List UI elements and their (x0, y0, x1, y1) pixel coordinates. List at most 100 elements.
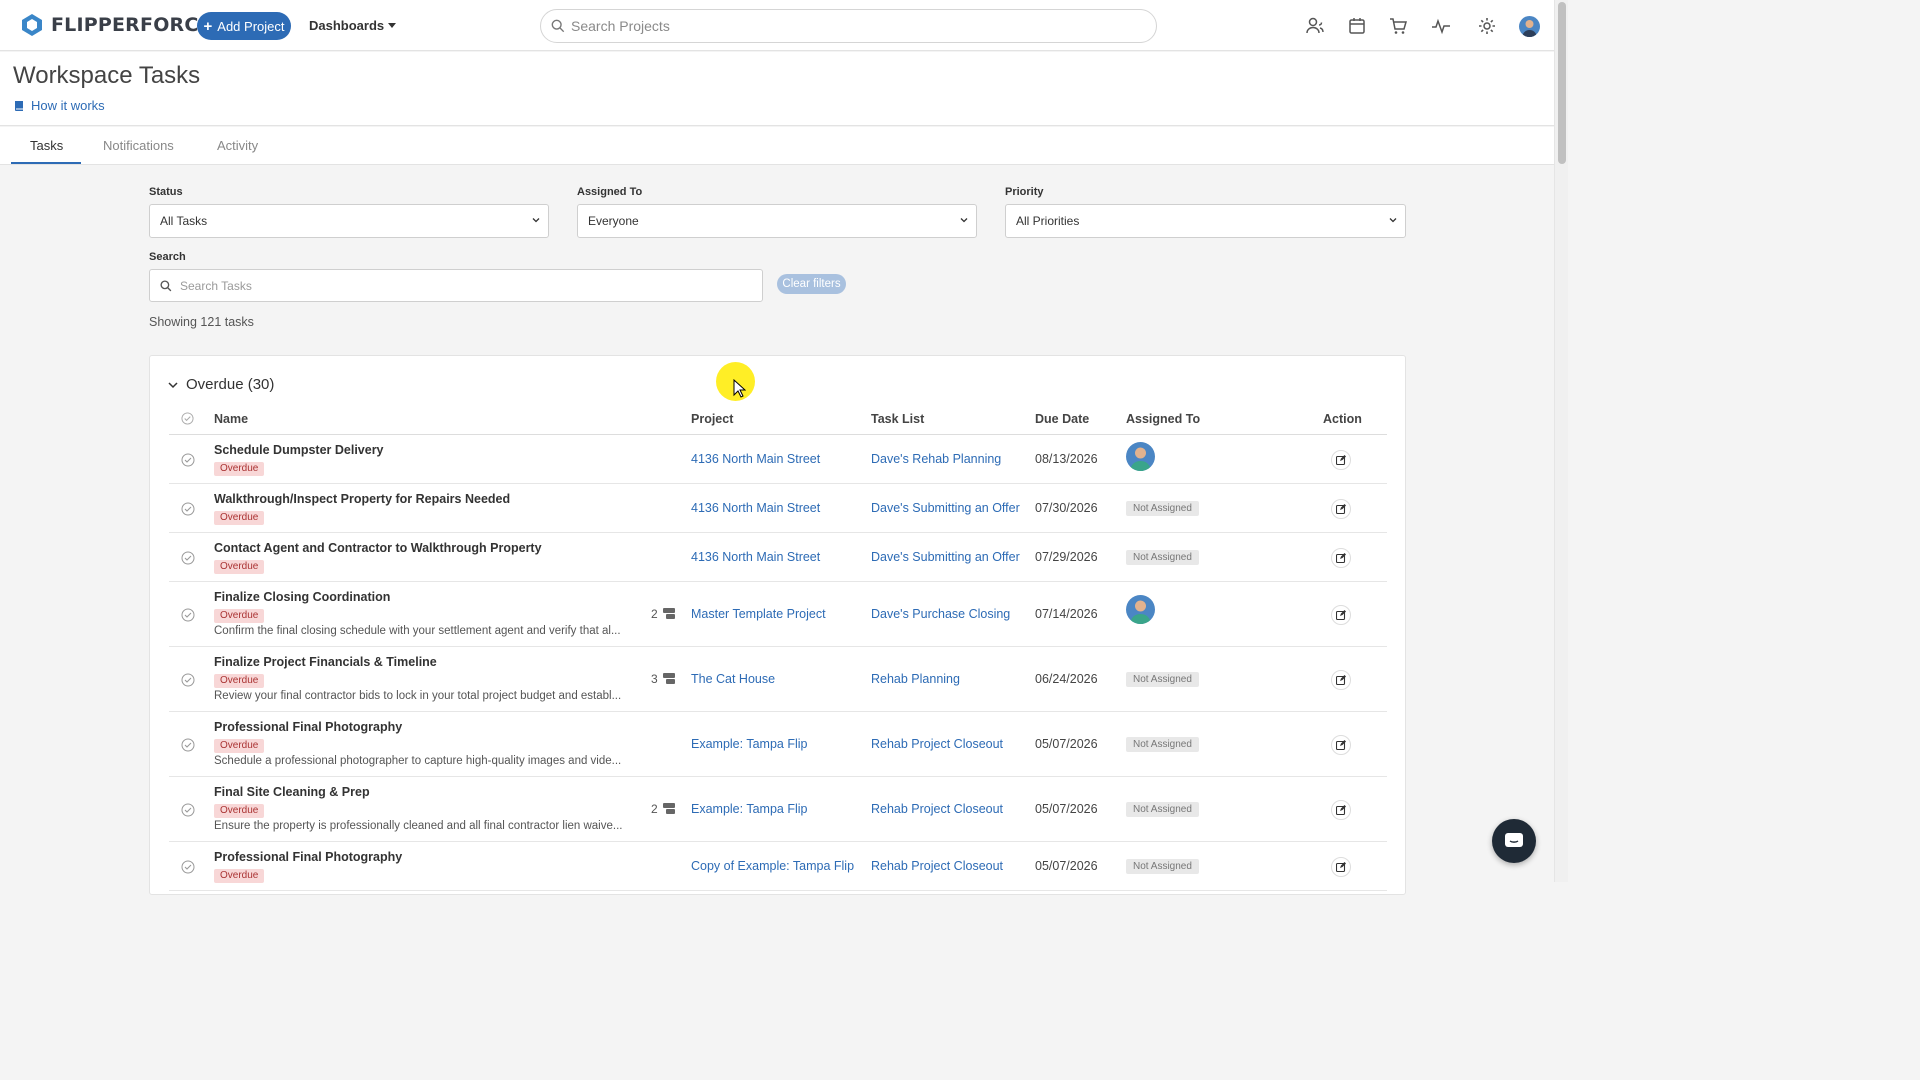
activity-icon[interactable] (1431, 16, 1451, 36)
add-project-button[interactable]: + Add Project (197, 12, 291, 40)
priority-select[interactable]: All Priorities (1005, 204, 1406, 238)
users-icon[interactable] (1305, 16, 1325, 36)
how-it-works-link[interactable]: How it works (14, 98, 105, 113)
calendar-icon[interactable] (1347, 16, 1367, 36)
complete-task-check-icon[interactable] (181, 673, 195, 687)
edit-task-button[interactable] (1331, 547, 1351, 568)
table-row[interactable]: Final Site Cleaning & Prep Overdue Ensure … (169, 777, 1387, 842)
page-scrollbar[interactable] (1554, 0, 1568, 882)
task-description: Schedule a professional photographer to … (214, 755, 622, 767)
task-list-link[interactable]: Rehab Project Closeout (871, 859, 1003, 873)
complete-task-check-icon[interactable] (181, 860, 195, 874)
edit-icon (1336, 739, 1346, 750)
book-icon (15, 100, 23, 111)
tab-notifications[interactable]: Notifications (103, 138, 174, 153)
task-name[interactable]: Finalize Project Financials & Timeline (214, 655, 437, 669)
complete-task-check-icon[interactable] (181, 502, 195, 516)
project-link[interactable]: Copy of Example: Tampa Flip (691, 859, 854, 873)
complete-task-check-icon[interactable] (181, 551, 195, 565)
edit-task-button[interactable] (1331, 449, 1351, 470)
gear-icon[interactable] (1477, 16, 1497, 36)
scrollbar-thumb[interactable] (1558, 2, 1566, 164)
assignee-avatar[interactable] (1126, 595, 1155, 624)
edit-icon (1336, 503, 1346, 514)
task-list-link[interactable]: Dave's Rehab Planning (871, 452, 1001, 466)
project-link[interactable]: The Cat House (691, 672, 775, 686)
task-name[interactable]: Finalize Closing Coordination (214, 590, 390, 604)
brand-logo[interactable]: FLIPPERFORCE (20, 13, 212, 37)
task-name[interactable]: Professional Final Photography (214, 850, 402, 864)
edit-icon (1336, 674, 1346, 685)
task-list-link[interactable]: Dave's Submitting an Offer (871, 550, 1020, 564)
table-row[interactable]: Professional Final Photography Overdue Sch… (169, 712, 1387, 777)
table-row[interactable]: Professional Final Photography Overdue Cop… (169, 842, 1387, 891)
comment-count-value: 3 (651, 671, 658, 686)
due-date: 07/29/2026 (1035, 549, 1098, 564)
dashboards-label: Dashboards (309, 18, 385, 33)
comment-count[interactable]: 2 (651, 802, 675, 816)
select-all-check-icon[interactable] (181, 412, 194, 425)
task-name[interactable]: Walkthrough/Inspect Property for Repairs… (214, 492, 510, 506)
task-list-link[interactable]: Dave's Purchase Closing (871, 607, 1010, 621)
status-select[interactable]: All Tasks (149, 204, 549, 238)
complete-task-check-icon[interactable] (181, 738, 195, 752)
comment-count[interactable]: 2 (651, 607, 675, 621)
table-row[interactable]: Schedule Dumpster Delivery Overdue 4136 No… (169, 435, 1387, 484)
table-row[interactable]: Walkthrough/Inspect Property for Repairs… (169, 484, 1387, 533)
project-link[interactable]: 4136 North Main Street (691, 550, 820, 564)
edit-task-button[interactable] (1331, 799, 1351, 820)
project-link[interactable]: 4136 North Main Street (691, 501, 820, 515)
table-row[interactable]: Finalize Project Financials & Timeline Ov… (169, 647, 1387, 712)
edit-task-button[interactable] (1331, 498, 1351, 519)
tab-activity[interactable]: Activity (217, 138, 258, 153)
task-search (149, 269, 763, 302)
project-search (540, 9, 1157, 43)
edit-task-button[interactable] (1331, 669, 1351, 690)
chevron-down-icon (960, 218, 968, 223)
complete-task-check-icon[interactable] (181, 453, 195, 467)
edit-task-button[interactable] (1331, 734, 1351, 755)
project-link[interactable]: 4136 North Main Street (691, 452, 820, 466)
chat-icon (1505, 833, 1523, 847)
edit-task-button[interactable] (1331, 604, 1351, 625)
overdue-badge: Overdue (214, 560, 265, 574)
task-description: Ensure the property is professionally cl… (214, 820, 623, 832)
assigned-to-select[interactable]: Everyone (577, 204, 977, 238)
complete-task-check-icon[interactable] (181, 608, 195, 622)
overdue-group-toggle[interactable]: Overdue (30) (168, 376, 274, 393)
table-row[interactable]: Contact Agent and Contractor to Walkthro… (169, 533, 1387, 582)
task-name[interactable]: Schedule Dumpster Delivery (214, 443, 384, 457)
chevron-down-icon (168, 381, 178, 388)
cart-icon[interactable] (1388, 16, 1408, 36)
complete-task-check-icon[interactable] (181, 803, 195, 817)
chat-launcher-button[interactable] (1492, 819, 1536, 863)
assignee-avatar[interactable] (1126, 442, 1155, 471)
task-list-link[interactable]: Dave's Submitting an Offer (871, 501, 1020, 515)
due-date: 08/13/2026 (1035, 451, 1098, 466)
edit-icon (1336, 804, 1346, 815)
logo-icon (22, 14, 42, 36)
project-link[interactable]: Master Template Project (691, 607, 826, 621)
edit-task-button[interactable] (1331, 856, 1351, 877)
assigned-to-label: Assigned To (577, 186, 643, 198)
clear-filters-button[interactable]: Clear filters (777, 274, 846, 294)
task-search-input[interactable] (180, 278, 740, 293)
task-list-link[interactable]: Rehab Project Closeout (871, 737, 1003, 751)
top-navbar: FLIPPERFORCE + Add Project Dashboards (0, 0, 1554, 51)
table-row[interactable]: Finalize Closing Coordination Overdue Conf… (169, 582, 1387, 647)
task-description: Confirm the final closing schedule with … (214, 625, 621, 637)
tab-tasks[interactable]: Tasks (30, 138, 63, 153)
project-link[interactable]: Example: Tampa Flip (691, 802, 808, 816)
user-avatar[interactable] (1519, 16, 1540, 37)
task-list-link[interactable]: Rehab Project Closeout (871, 802, 1003, 816)
task-name[interactable]: Contact Agent and Contractor to Walkthro… (214, 541, 542, 555)
dashboards-menu[interactable]: Dashboards (309, 18, 397, 33)
edit-icon (1336, 609, 1346, 620)
project-search-input[interactable] (571, 18, 1131, 34)
task-name[interactable]: Final Site Cleaning & Prep (214, 785, 370, 799)
task-name[interactable]: Professional Final Photography (214, 720, 402, 734)
task-list-link[interactable]: Rehab Planning (871, 672, 960, 686)
priority-value: All Priorities (1016, 214, 1080, 228)
comment-count[interactable]: 3 (651, 672, 675, 686)
project-link[interactable]: Example: Tampa Flip (691, 737, 808, 751)
